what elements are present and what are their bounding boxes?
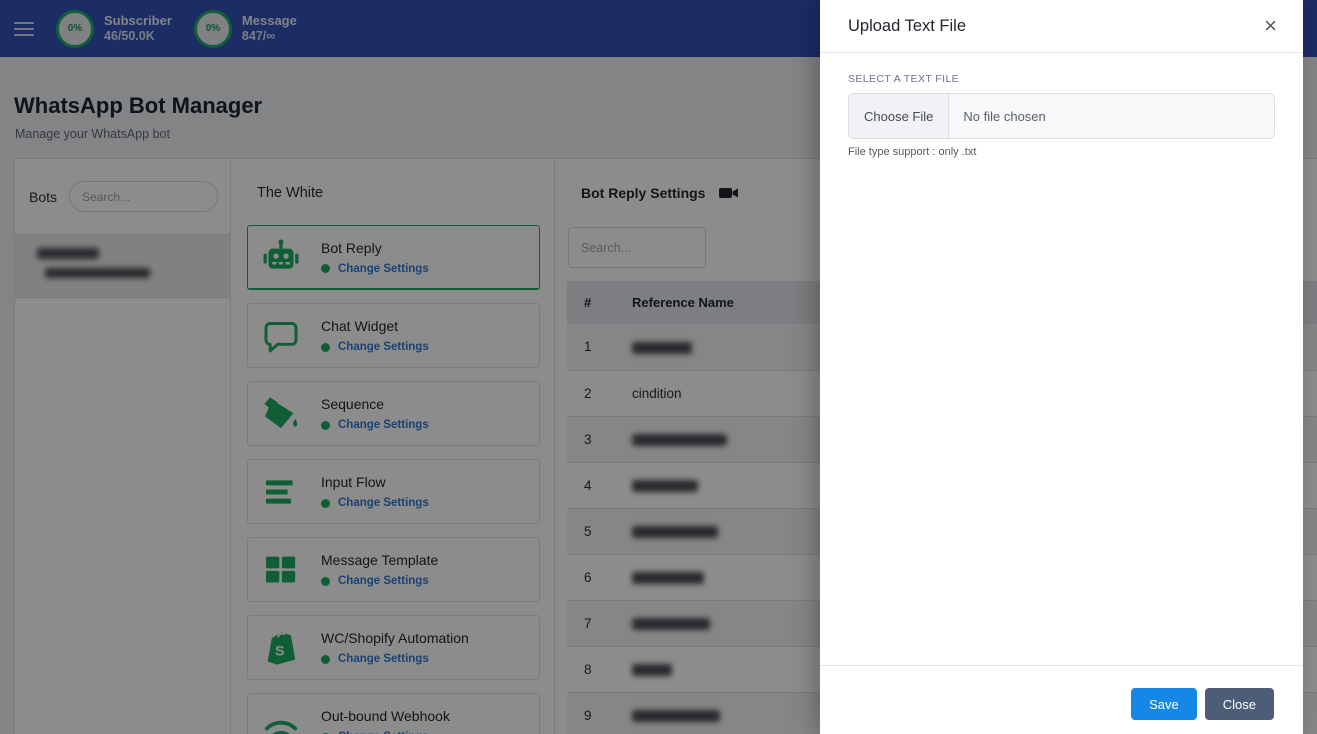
file-select-label: SELECT A TEXT FILE: [848, 73, 960, 85]
upload-text-file-modal: Upload Text File × SELECT A TEXT FILE Ch…: [820, 0, 1303, 734]
close-button[interactable]: Close: [1204, 688, 1274, 720]
save-button[interactable]: Save: [1131, 688, 1197, 720]
file-status-text: No file chosen: [963, 108, 1046, 124]
modal-title: Upload Text File: [848, 16, 967, 35]
close-icon[interactable]: ×: [1264, 15, 1277, 37]
file-type-hint: File type support : only .txt: [848, 146, 977, 158]
file-upload-input[interactable]: Choose File No file chosen: [848, 93, 1275, 139]
app-root: 0% Subscriber 46/50.0K 0% Message 847/∞ …: [0, 0, 1317, 734]
choose-file-button[interactable]: Choose File: [849, 94, 950, 138]
